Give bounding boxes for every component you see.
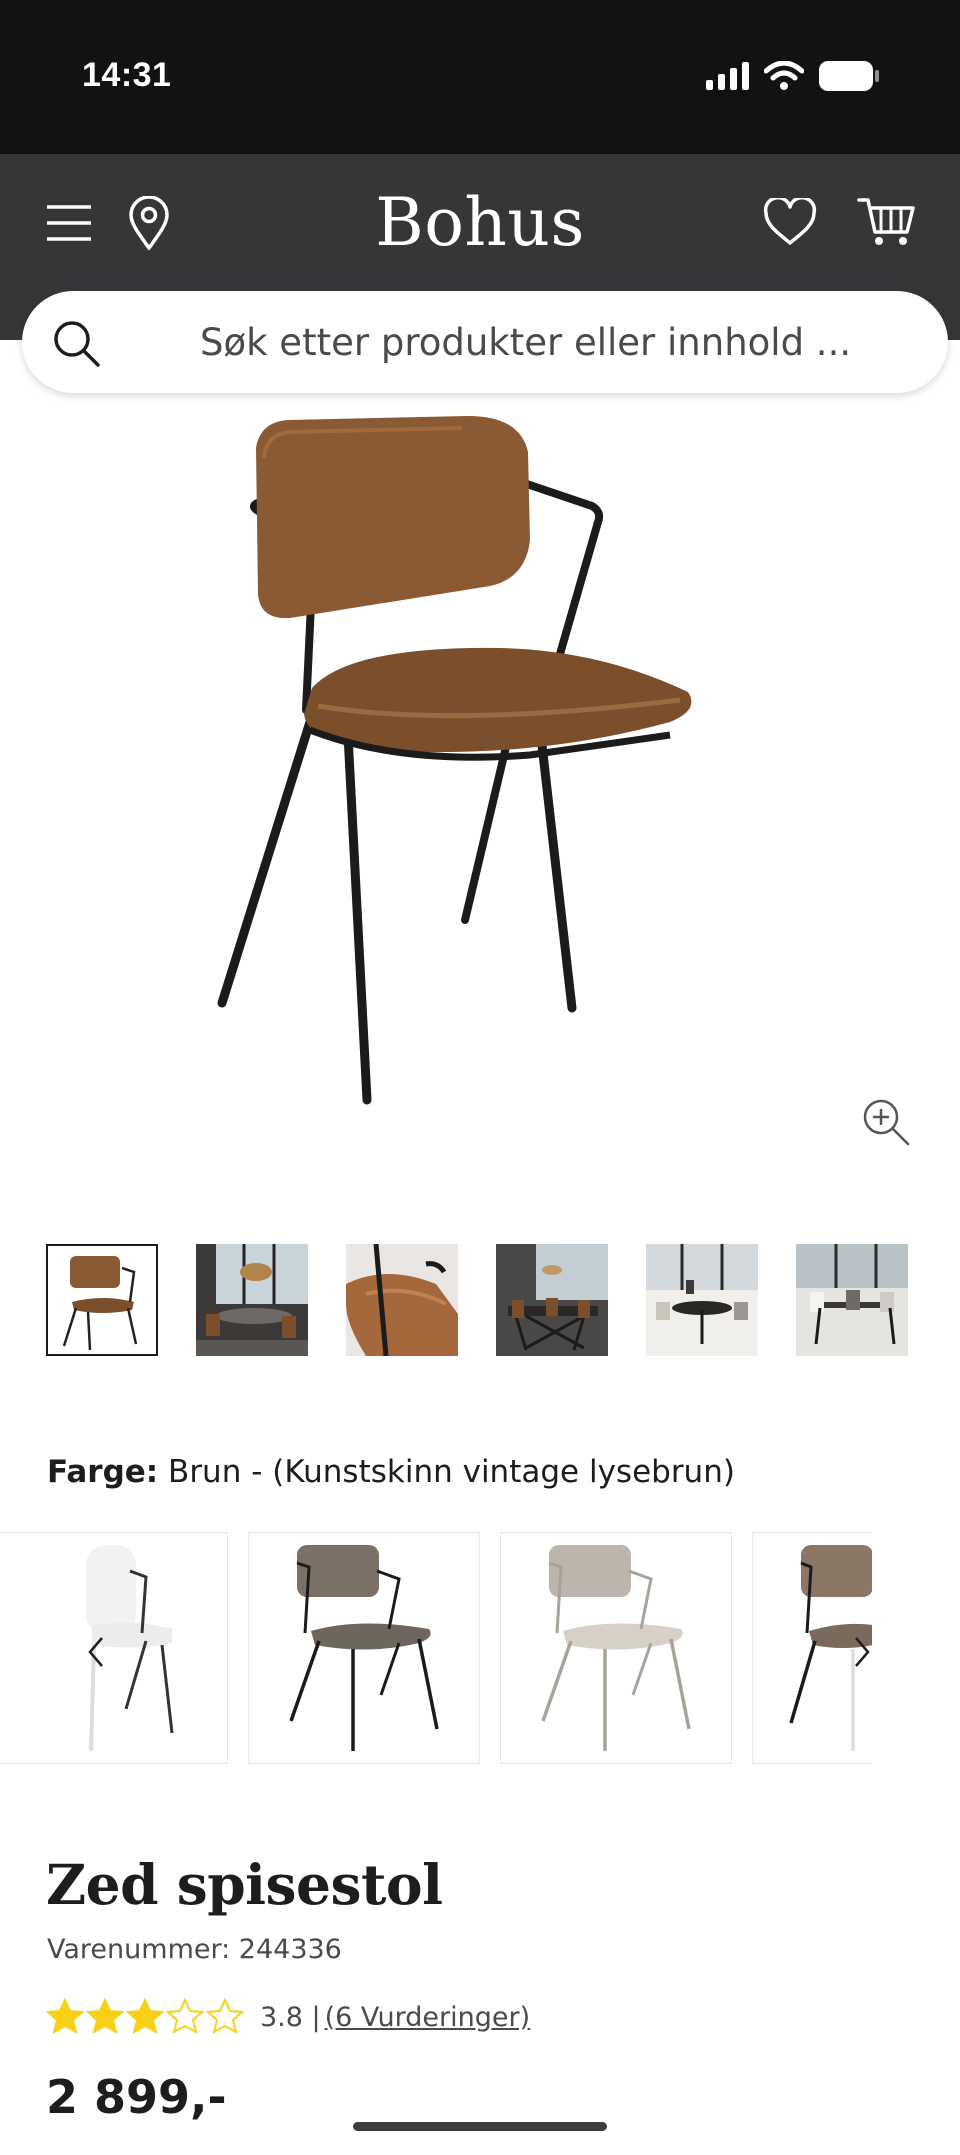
thumbnail[interactable] xyxy=(496,1244,608,1356)
battery-icon xyxy=(819,61,879,91)
heart-icon[interactable] xyxy=(762,194,818,250)
variant-beige[interactable] xyxy=(500,1532,732,1764)
color-variant-carousel xyxy=(0,1532,960,1766)
wifi-icon xyxy=(764,61,804,90)
reviews-link[interactable]: (6 Vurderinger) xyxy=(325,2002,531,2033)
carousel-next-icon[interactable] xyxy=(842,1630,882,1674)
thumbnail[interactable] xyxy=(196,1244,308,1356)
zoom-in-icon[interactable] xyxy=(860,1096,912,1148)
cart-icon[interactable] xyxy=(856,194,916,250)
status-time: 14:31 xyxy=(82,56,172,94)
color-selection-label: Farge: Brun - (Kunstskinn vintage lysebr… xyxy=(47,1454,735,1490)
rating-row: 3.8 | (6 Vurderinger) xyxy=(46,1996,530,2038)
thumbnail[interactable] xyxy=(796,1244,908,1356)
signal-icon xyxy=(706,62,749,90)
status-bar: 14:31 xyxy=(0,0,960,154)
star-rating-icon xyxy=(47,1999,243,2033)
home-indicator xyxy=(353,2122,607,2131)
color-value: Brun - (Kunstskinn vintage lysebrun) xyxy=(168,1454,735,1490)
product-title: Zed spisestol xyxy=(46,1852,443,1917)
color-label: Farge: xyxy=(47,1454,159,1490)
search-input[interactable] xyxy=(200,319,918,365)
product-price: 2 899,- xyxy=(46,2070,227,2124)
variant-grey-brown[interactable] xyxy=(248,1532,480,1764)
product-main-image[interactable] xyxy=(200,410,760,1110)
status-icons xyxy=(706,60,880,92)
product-sku: Varenummer: 244336 xyxy=(47,1934,342,1965)
thumbnail[interactable] xyxy=(346,1244,458,1356)
thumbnail-strip xyxy=(46,1244,916,1356)
thumbnail[interactable] xyxy=(46,1244,158,1356)
carousel-prev-icon[interactable] xyxy=(76,1630,116,1674)
rating-value: 3.8 | xyxy=(260,2001,321,2033)
search-icon[interactable] xyxy=(50,317,102,369)
search-bar[interactable] xyxy=(22,291,948,393)
thumbnail[interactable] xyxy=(646,1244,758,1356)
